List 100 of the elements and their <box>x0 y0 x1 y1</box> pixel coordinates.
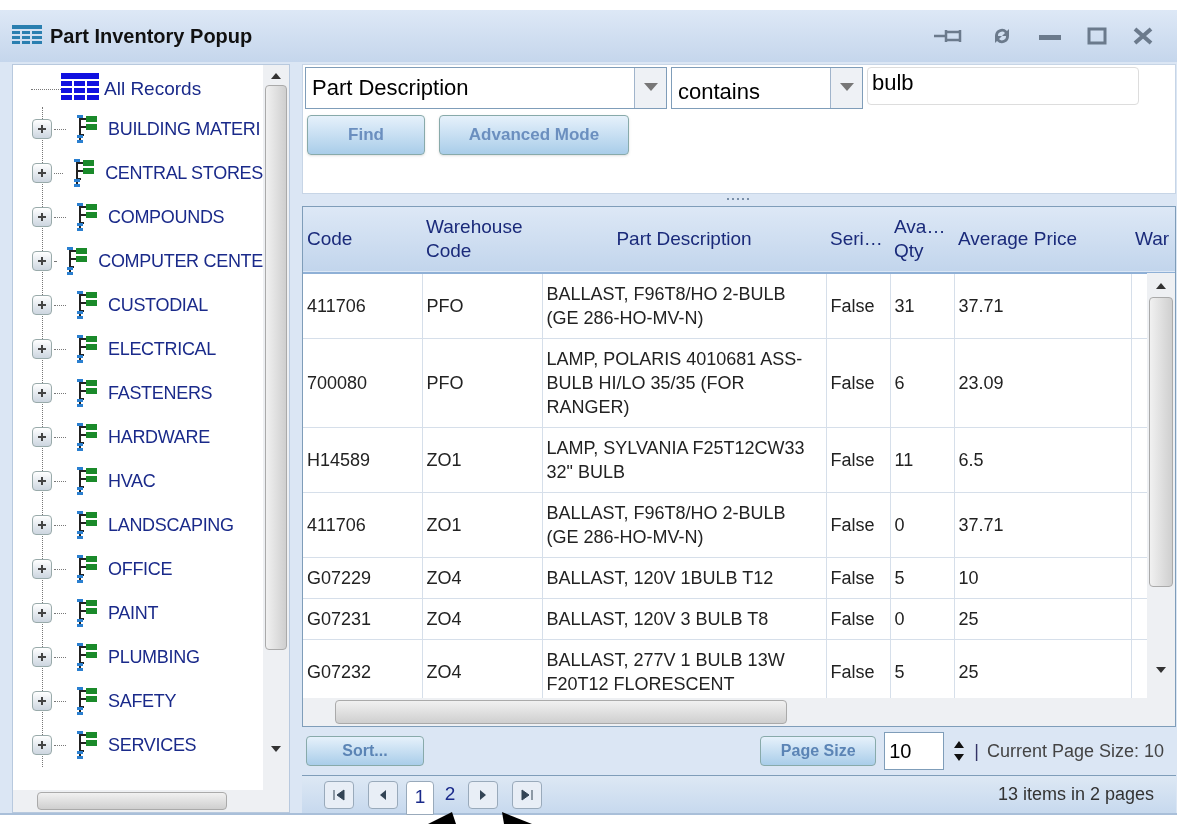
expand-icon[interactable] <box>32 119 52 139</box>
hierarchy-icon <box>76 423 98 451</box>
tree-item[interactable]: COMPOUNDS <box>108 203 225 231</box>
tree-item[interactable]: BUILDING MATERI <box>108 115 261 143</box>
table-cell: False <box>826 338 890 428</box>
window-title: Part Inventory Popup <box>50 24 253 49</box>
expand-icon[interactable] <box>32 691 52 711</box>
expand-icon[interactable] <box>32 559 52 579</box>
tree-item[interactable]: OFFICE <box>108 555 173 583</box>
page-button[interactable]: 1 <box>406 780 434 815</box>
column-header[interactable]: Warehouse Code <box>422 206 542 273</box>
tree-item[interactable]: PAINT <box>108 599 159 627</box>
table-cell: False <box>826 598 890 640</box>
page-size-field[interactable]: 10 <box>884 732 945 771</box>
table-cell: False <box>826 427 890 493</box>
expand-icon[interactable] <box>32 383 52 403</box>
hierarchy-icon <box>76 335 98 363</box>
expand-icon[interactable] <box>32 339 52 359</box>
scroll-up-icon[interactable] <box>271 73 281 79</box>
tree-item[interactable]: All Records <box>104 74 202 104</box>
column-header[interactable]: Average Price <box>954 206 1131 273</box>
tree-item[interactable]: ELECTRICAL <box>108 335 217 363</box>
expand-icon[interactable] <box>32 295 52 315</box>
expand-icon[interactable] <box>32 471 52 491</box>
close-icon[interactable] <box>1133 27 1153 45</box>
splitter-grip-icon[interactable] <box>727 198 751 202</box>
tree-item[interactable]: COMPUTER CENTE <box>98 247 263 275</box>
table-cell: 411706 <box>303 492 422 558</box>
expand-icon[interactable] <box>32 207 52 227</box>
pager-summary: 13 items in 2 pages <box>997 783 1154 806</box>
table-cell: 0 <box>890 598 954 640</box>
table-cell: ZO1 <box>422 427 542 493</box>
separator: | <box>974 739 979 763</box>
tree-item[interactable]: FASTENERS <box>108 379 213 407</box>
next-page-button[interactable] <box>468 780 498 809</box>
expand-icon[interactable] <box>32 163 52 183</box>
maximize-icon[interactable] <box>1087 27 1107 45</box>
tree-item[interactable]: PLUMBING <box>108 643 200 671</box>
table-cell: PFO <box>422 338 542 428</box>
hierarchy-icon <box>76 687 98 715</box>
tree-item[interactable]: HARDWARE <box>108 423 210 451</box>
table-cell: BALLAST, 120V 1BULB T12 <box>542 557 826 599</box>
expand-icon[interactable] <box>32 515 52 535</box>
hierarchy-icon <box>76 643 98 671</box>
table-cell: False <box>826 272 890 339</box>
table-cell: 37.71 <box>954 492 1131 558</box>
expand-icon[interactable] <box>32 647 52 667</box>
hierarchy-icon <box>76 731 98 759</box>
scroll-up-icon[interactable] <box>1156 282 1166 289</box>
tree-item[interactable]: SAFETY <box>108 687 177 715</box>
table-cell: H14589 <box>303 427 422 493</box>
table-cell: 5 <box>890 557 954 599</box>
tree-item[interactable]: HVAC <box>108 467 156 495</box>
first-page-button[interactable] <box>324 780 354 809</box>
hierarchy-icon <box>66 247 89 275</box>
table-cell: 23.09 <box>954 338 1131 428</box>
column-header[interactable]: Part Description <box>542 206 826 273</box>
current-page-size: Current Page Size: 10 <box>986 739 1164 763</box>
hierarchy-icon <box>76 555 98 583</box>
table-cell: LAMP, POLARIS 4010681 ASS-BULB HI/LO 35/35 (FOR RANGER) <box>542 338 826 428</box>
field-dropdown[interactable]: Part Description <box>305 67 667 109</box>
scroll-down-icon[interactable] <box>1156 666 1166 673</box>
page-button[interactable]: 2 <box>440 779 460 810</box>
table-cell: 0 <box>890 492 954 558</box>
column-header[interactable]: Seri… <box>826 206 890 273</box>
expand-icon[interactable] <box>32 251 52 271</box>
arrow-head-drawing <box>428 812 456 824</box>
dropdown-caret-icon[interactable] <box>839 83 854 91</box>
table-cell: BALLAST, F96T8/HO 2-BULB (GE 286-HO-MV-N) <box>542 492 826 558</box>
hierarchy-icon <box>76 115 98 143</box>
search-value-field[interactable]: bulb <box>867 67 1139 105</box>
dropdown-caret-icon[interactable] <box>643 83 658 91</box>
tree-item[interactable]: SERVICES <box>108 731 197 759</box>
table-cell: 6.5 <box>954 427 1131 493</box>
hierarchy-icon <box>73 159 96 187</box>
operator-dropdown[interactable]: contains <box>671 67 863 109</box>
previous-page-button[interactable] <box>368 780 398 809</box>
tree-item[interactable]: LANDSCAPING <box>108 511 234 539</box>
expand-icon[interactable] <box>32 603 52 623</box>
table-cell: 37.71 <box>954 272 1131 339</box>
expand-icon[interactable] <box>32 735 52 755</box>
tree-item[interactable]: CENTRAL STORES <box>105 159 263 187</box>
tree-item[interactable]: CUSTODIAL <box>108 291 208 319</box>
last-page-icon <box>521 788 533 801</box>
column-header[interactable]: Ava… Qty <box>890 206 954 273</box>
last-page-button[interactable] <box>512 780 542 809</box>
table-cell: 700080 <box>303 338 422 428</box>
hierarchy-icon <box>76 291 98 319</box>
column-header[interactable]: War <box>1131 206 1175 273</box>
table-cell: ZO1 <box>422 492 542 558</box>
hierarchy-icon <box>76 599 98 627</box>
table-cell: False <box>826 557 890 599</box>
column-header[interactable]: Code <box>303 206 422 273</box>
table-cell: 10 <box>954 557 1131 599</box>
scroll-down-icon[interactable] <box>271 746 281 752</box>
expand-icon[interactable] <box>32 427 52 447</box>
table-cell: 6 <box>890 338 954 428</box>
table-cell: False <box>826 492 890 558</box>
table-cell: 11 <box>890 427 954 493</box>
table-cell: ZO4 <box>422 598 542 640</box>
